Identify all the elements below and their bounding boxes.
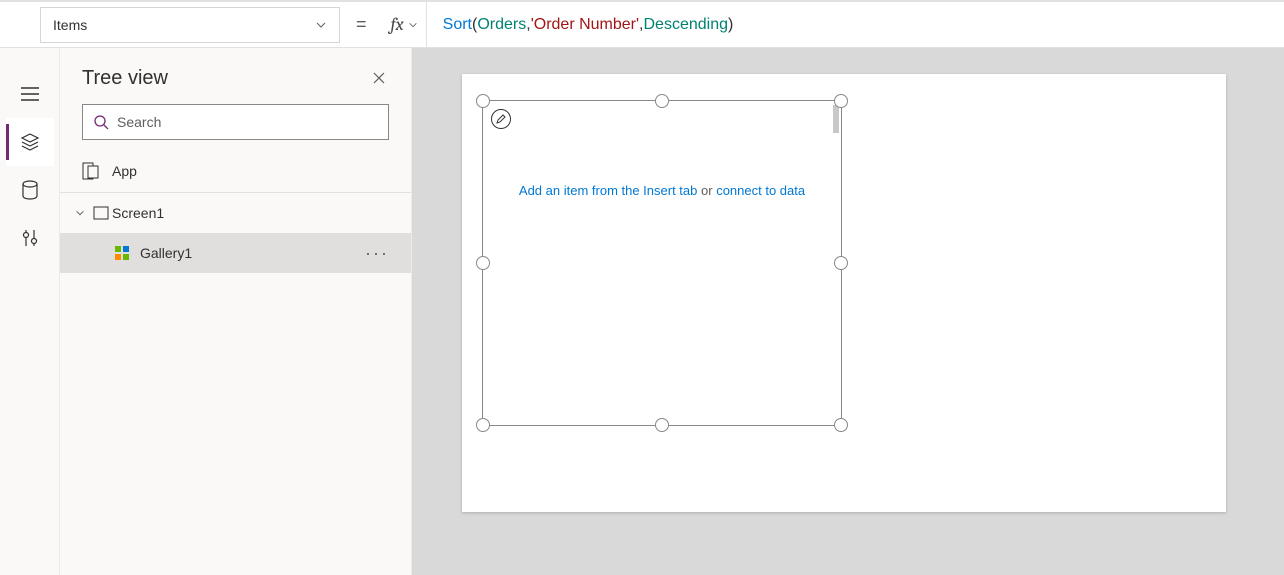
screen-icon (90, 206, 112, 220)
tree-app-label: App (112, 163, 137, 179)
chevron-down-icon (315, 19, 327, 31)
formula-token-function: Sort (443, 16, 472, 34)
equals-label: = (340, 14, 383, 35)
formula-bar: Items = fx Sort ( Orders , 'Order Number… (0, 2, 1284, 48)
connect-data-link[interactable]: connect to data (716, 183, 805, 198)
tree-view-button[interactable] (6, 118, 54, 166)
gallery-icon (114, 245, 130, 261)
gallery-placeholder: Add an item from the Insert tab or conne… (483, 183, 841, 198)
search-input[interactable] (82, 104, 389, 140)
resize-handle[interactable] (834, 418, 848, 432)
resize-handle[interactable] (655, 418, 669, 432)
advanced-tools-button[interactable] (6, 214, 54, 262)
tree-gallery-label: Gallery1 (140, 245, 192, 261)
gallery-selection[interactable]: Add an item from the Insert tab or conne… (482, 100, 842, 426)
fx-button[interactable]: fx (383, 2, 427, 48)
data-button[interactable] (6, 166, 54, 214)
close-panel-button[interactable] (365, 64, 393, 92)
resize-handle[interactable] (476, 256, 490, 270)
more-options-button[interactable]: ··· (361, 239, 393, 268)
search-icon (93, 114, 109, 130)
property-value: Items (53, 17, 87, 33)
app-icon (82, 162, 100, 180)
search-field[interactable] (117, 114, 378, 130)
chevron-down-icon (408, 20, 418, 30)
left-rail (0, 48, 60, 575)
formula-token-keyword: Descending (644, 16, 729, 34)
tree-screen-label: Screen1 (112, 205, 164, 221)
formula-input[interactable]: Sort ( Orders , 'Order Number' , Descend… (427, 16, 1284, 34)
edit-template-button[interactable] (491, 109, 511, 129)
resize-handle[interactable] (476, 94, 490, 108)
chevron-down-icon (70, 208, 90, 218)
tree-app-node[interactable]: App (60, 154, 411, 188)
formula-token-identifier: Orders (477, 16, 526, 34)
tree-view-title: Tree view (82, 67, 365, 90)
fx-icon: fx (391, 14, 404, 35)
property-dropdown[interactable]: Items (40, 7, 340, 43)
resize-handle[interactable] (834, 256, 848, 270)
resize-handle[interactable] (834, 94, 848, 108)
hamburger-button[interactable] (6, 70, 54, 118)
tree-gallery-node[interactable]: Gallery1 ··· (60, 233, 411, 273)
resize-handle[interactable] (476, 418, 490, 432)
formula-token-string: 'Order Number' (531, 16, 639, 34)
tree-view-panel: Tree view App (60, 48, 412, 575)
scrollbar-thumb[interactable] (833, 105, 839, 133)
tree-screen-node[interactable]: Screen1 (60, 193, 411, 233)
resize-handle[interactable] (655, 94, 669, 108)
canvas[interactable]: Add an item from the Insert tab or conne… (412, 48, 1284, 575)
screen-artboard[interactable]: Add an item from the Insert tab or conne… (462, 74, 1226, 512)
insert-tab-link[interactable]: Add an item from the Insert tab (519, 183, 697, 198)
